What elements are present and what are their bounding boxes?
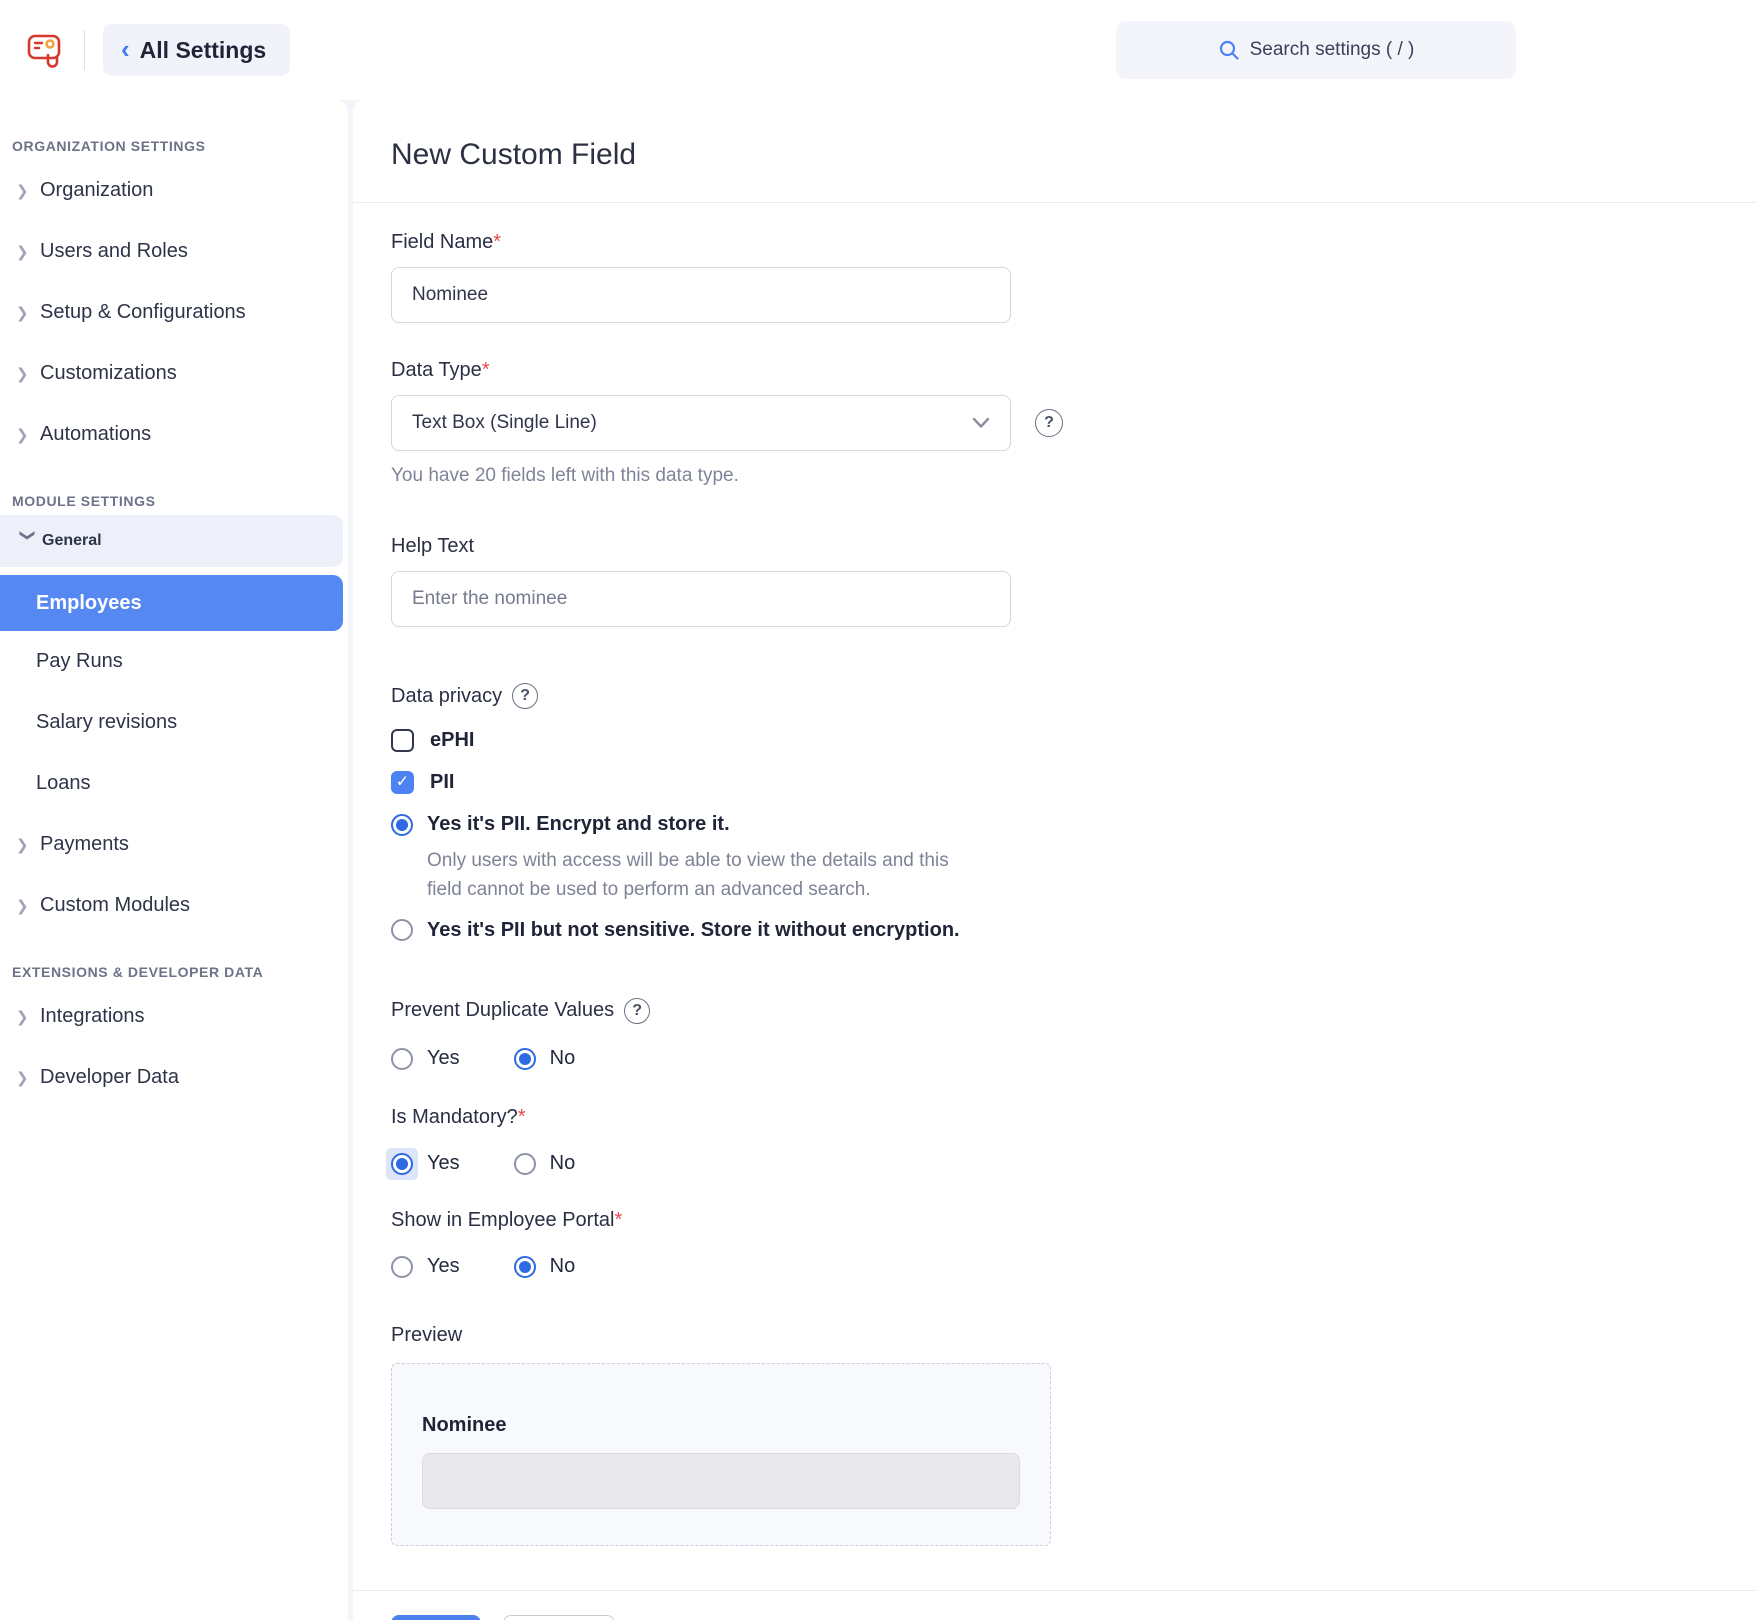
sidebar-item-customizations[interactable]: ❯ Customizations: [0, 343, 348, 404]
top-header: ‹ All Settings Search settings ( / ): [0, 0, 1756, 100]
prevent-duplicate-no-label: No: [550, 1047, 576, 1070]
sidebar-item-automations[interactable]: ❯ Automations: [0, 404, 348, 465]
is-mandatory-no-label: No: [550, 1152, 576, 1175]
is-mandatory-yes-label: Yes: [427, 1152, 460, 1175]
pii-encrypt-radio[interactable]: [391, 814, 413, 836]
required-asterisk: *: [518, 1106, 526, 1128]
required-asterisk: *: [614, 1209, 622, 1231]
sidebar-item-setup-configurations[interactable]: ❯ Setup & Configurations: [0, 282, 348, 343]
data-type-selected-value: Text Box (Single Line): [412, 412, 597, 434]
data-privacy-help-icon[interactable]: ?: [512, 683, 538, 709]
page-title: New Custom Field: [391, 138, 1756, 172]
data-type-helper-text: You have 20 fields left with this data t…: [391, 465, 1756, 487]
show-in-portal-yes-label: Yes: [427, 1255, 460, 1278]
cancel-button[interactable]: Cancel: [503, 1615, 615, 1620]
chevron-right-icon: ❯: [16, 243, 40, 261]
back-button-label: All Settings: [140, 37, 267, 64]
required-asterisk: *: [493, 231, 501, 253]
all-settings-back-button[interactable]: ‹ All Settings: [103, 24, 290, 76]
required-asterisk: *: [482, 359, 490, 381]
header-divider: [84, 30, 85, 70]
is-mandatory-label: Is Mandatory?*: [391, 1106, 1756, 1129]
data-type-label: Data Type*: [391, 359, 1756, 382]
section-title-extensions-developer-data: EXTENSIONS & DEVELOPER DATA: [0, 964, 348, 980]
is-mandatory-no-radio[interactable]: [514, 1153, 536, 1175]
pii-checkbox[interactable]: [391, 771, 414, 794]
sidebar-item-users-and-roles[interactable]: ❯ Users and Roles: [0, 221, 348, 282]
sidebar-item-custom-modules[interactable]: ❯ Custom Modules: [0, 875, 348, 936]
chevron-right-icon: ❯: [16, 836, 40, 854]
prevent-duplicate-yes-label: Yes: [427, 1047, 460, 1070]
focused-radio-highlight: [386, 1148, 418, 1180]
sidebar-item-integrations[interactable]: ❯ Integrations: [0, 986, 348, 1047]
chevron-right-icon: ❯: [16, 1069, 40, 1087]
search-settings-input[interactable]: Search settings ( / ): [1116, 21, 1516, 79]
search-icon: [1218, 39, 1240, 61]
sidebar-item-salary-revisions[interactable]: Salary revisions: [0, 692, 348, 753]
sidebar-item-developer-data[interactable]: ❯ Developer Data: [0, 1047, 348, 1108]
prevent-duplicate-no-radio[interactable]: [514, 1048, 536, 1070]
prevent-duplicate-help-icon[interactable]: ?: [624, 998, 650, 1024]
pii-encrypt-description: Only users with access will be able to v…: [427, 846, 972, 905]
sidebar-item-pay-runs[interactable]: Pay Runs: [0, 631, 348, 692]
help-text-input[interactable]: [391, 571, 1011, 627]
prevent-duplicate-yes-radio[interactable]: [391, 1048, 413, 1070]
data-privacy-label: Data privacy: [391, 685, 502, 708]
is-mandatory-yes-radio[interactable]: [391, 1153, 413, 1175]
chevron-left-icon: ‹: [121, 36, 130, 62]
data-type-select[interactable]: Text Box (Single Line): [391, 395, 1011, 451]
show-in-portal-yes-radio[interactable]: [391, 1256, 413, 1278]
section-title-organization-settings: ORGANIZATION SETTINGS: [0, 138, 348, 154]
preview-field-label: Nominee: [422, 1414, 1020, 1437]
ephi-checkbox-label: ePHI: [430, 729, 474, 752]
data-type-help-icon[interactable]: ?: [1035, 409, 1063, 437]
pii-no-encrypt-radio[interactable]: [391, 919, 413, 941]
preview-label: Preview: [391, 1324, 1756, 1347]
sidebar-item-loans[interactable]: Loans: [0, 753, 348, 814]
sidebar-item-payments[interactable]: ❯ Payments: [0, 814, 348, 875]
help-text-label: Help Text: [391, 535, 1756, 558]
chevron-right-icon: ❯: [16, 1008, 40, 1026]
pii-checkbox-label: PII: [430, 771, 454, 794]
chevron-right-icon: ❯: [16, 426, 40, 444]
chevron-down-icon: [972, 417, 990, 429]
sidebar-item-general[interactable]: ❯ General: [0, 515, 343, 567]
show-in-portal-no-label: No: [550, 1255, 576, 1278]
save-button[interactable]: Save: [391, 1615, 481, 1620]
show-in-portal-no-radio[interactable]: [514, 1256, 536, 1278]
chevron-right-icon: ❯: [16, 182, 40, 200]
sidebar-item-employees-selected[interactable]: Employees: [0, 575, 343, 631]
sidebar-item-organization[interactable]: ❯ Organization: [0, 160, 348, 221]
payroll-logo-icon[interactable]: [26, 31, 64, 69]
field-name-input[interactable]: [391, 267, 1011, 323]
section-title-module-settings: MODULE SETTINGS: [0, 493, 348, 509]
chevron-right-icon: ❯: [16, 304, 40, 322]
pii-no-encrypt-radio-label: Yes it's PII but not sensitive. Store it…: [427, 919, 960, 942]
chevron-down-icon: ❯: [19, 529, 37, 553]
show-in-portal-label: Show in Employee Portal*: [391, 1209, 1756, 1232]
field-name-label: Field Name*: [391, 231, 1756, 254]
chevron-right-icon: ❯: [16, 365, 40, 383]
chevron-right-icon: ❯: [16, 897, 40, 915]
main-content-panel: New Custom Field Field Name* Data Type* …: [353, 100, 1756, 1620]
pii-encrypt-radio-label: Yes it's PII. Encrypt and store it.: [427, 813, 730, 836]
settings-sidebar: ORGANIZATION SETTINGS ❯ Organization ❯ U…: [0, 100, 348, 1620]
prevent-duplicate-label: Prevent Duplicate Values: [391, 999, 614, 1022]
ephi-checkbox[interactable]: [391, 729, 414, 752]
preview-box: Nominee: [391, 1363, 1051, 1546]
preview-disabled-input: [422, 1453, 1020, 1509]
search-placeholder-text: Search settings ( / ): [1250, 39, 1415, 61]
